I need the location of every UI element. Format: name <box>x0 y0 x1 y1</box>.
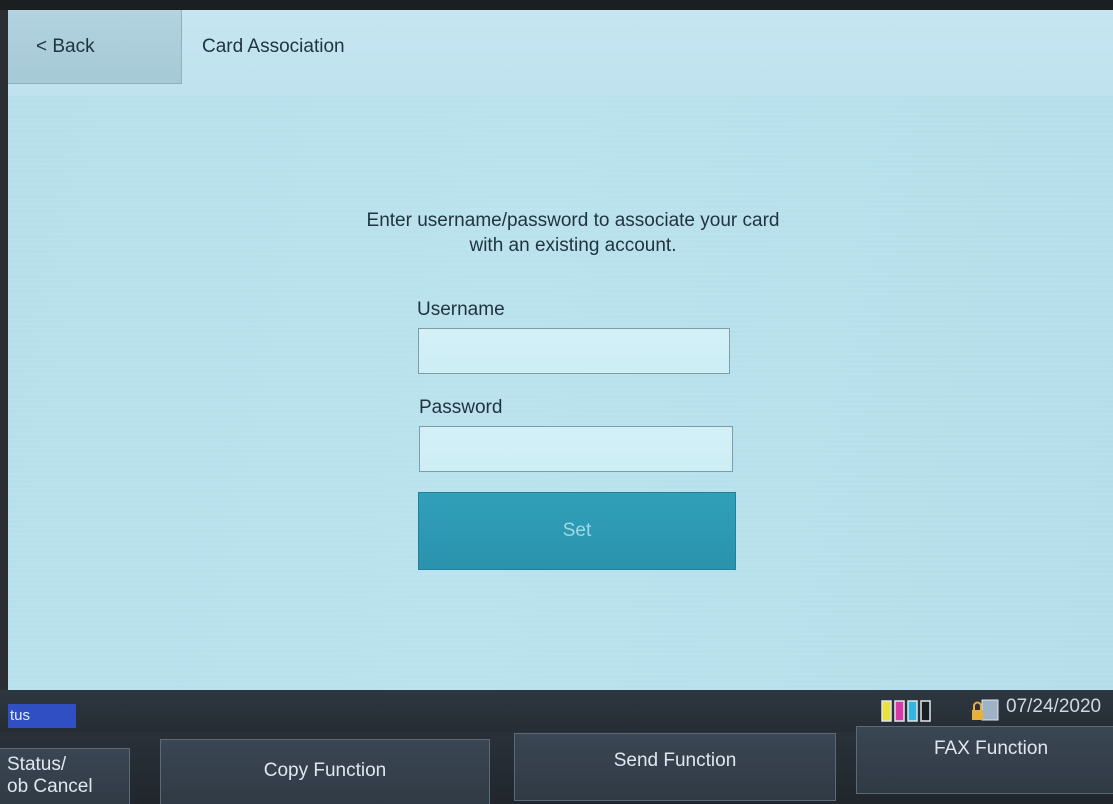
status-tab[interactable]: tus <box>8 704 76 728</box>
toner-level-icon <box>881 700 931 722</box>
set-button[interactable]: Set <box>418 492 736 570</box>
password-label: Password <box>419 397 503 418</box>
status-job-cancel-button[interactable]: Status/ ob Cancel <box>0 748 130 804</box>
security-lock-icon <box>972 699 999 721</box>
card-association-panel: Enter username/password to associate you… <box>8 96 1113 700</box>
instruction-line-2: with an existing account. <box>469 235 677 256</box>
username-field[interactable] <box>418 328 730 374</box>
username-label: Username <box>417 299 505 320</box>
date-display: 07/24/2020 <box>1006 696 1102 717</box>
fax-function-button[interactable]: FAX Function <box>856 726 1113 794</box>
page-title: Card Association <box>202 36 345 57</box>
back-button[interactable]: < Back <box>8 10 182 84</box>
send-function-button[interactable]: Send Function <box>514 733 836 801</box>
password-field[interactable] <box>419 426 733 472</box>
screen-bezel <box>0 0 1113 10</box>
function-bar: Status/ ob Cancel Copy Function Send Fun… <box>0 726 1113 804</box>
instruction-text: Enter username/password to associate you… <box>238 208 908 258</box>
device-screen: < Back Card Association Enter username/p… <box>0 0 1113 804</box>
header-bar: < Back Card Association <box>8 10 1113 97</box>
instruction-line-1: Enter username/password to associate you… <box>366 210 780 231</box>
copy-function-button[interactable]: Copy Function <box>160 739 490 804</box>
